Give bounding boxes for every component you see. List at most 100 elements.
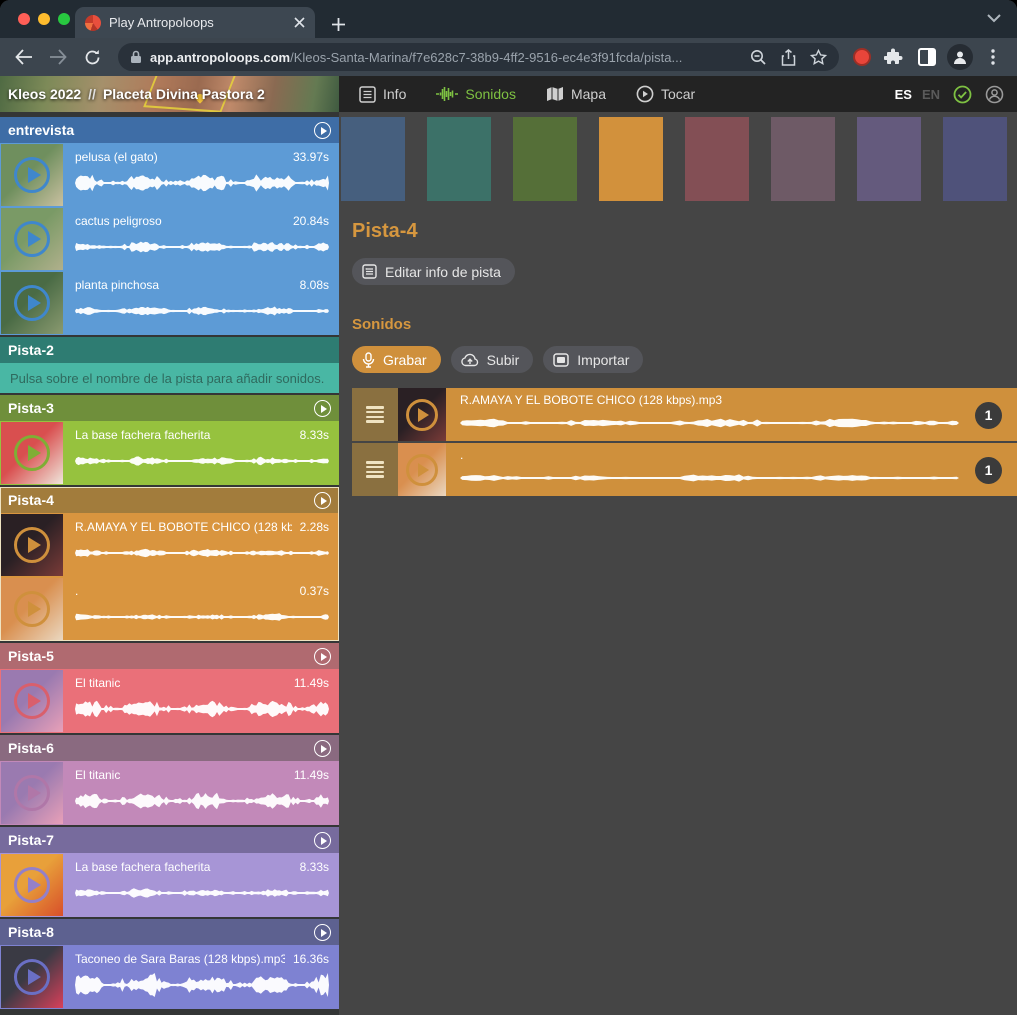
sound-thumbnail[interactable] — [1, 208, 63, 270]
track-tile-4[interactable] — [599, 117, 663, 201]
profile-avatar[interactable] — [947, 44, 973, 70]
sound-thumbnail[interactable] — [1, 762, 63, 824]
play-overlay-icon[interactable] — [406, 454, 438, 486]
importar-button[interactable]: Importar — [543, 346, 643, 373]
track-tile-5[interactable] — [685, 117, 749, 201]
sound-thumbnail[interactable] — [398, 388, 446, 441]
track-tile-2[interactable] — [427, 117, 491, 201]
grabar-icon — [362, 352, 375, 368]
recording-extension-icon[interactable] — [855, 50, 869, 64]
sound-thumbnail[interactable] — [398, 443, 446, 496]
play-overlay-icon[interactable] — [14, 775, 50, 811]
back-button[interactable] — [10, 43, 38, 71]
subir-button[interactable]: Subir — [451, 346, 534, 373]
sound-item[interactable]: R.AMAYA Y EL BOBOTE CHICO (128 kbps)....… — [0, 513, 339, 577]
main-sound-row[interactable]: .1 — [352, 443, 1017, 496]
play-track-icon[interactable] — [314, 492, 331, 509]
drag-handle[interactable] — [352, 443, 398, 496]
zoom-out-icon[interactable] — [750, 49, 767, 66]
sound-item[interactable]: El titanic11.49s — [0, 669, 339, 733]
language-toggle-en[interactable]: EN — [922, 87, 940, 102]
close-window-button[interactable] — [18, 13, 30, 25]
play-track-icon[interactable] — [314, 924, 331, 941]
edit-track-info-button[interactable]: Editar info de pista — [352, 258, 515, 285]
track-header[interactable]: Pista-2 — [0, 337, 339, 363]
url-bar[interactable]: app.antropoloops.com/Kleos-Santa-Marina/… — [118, 43, 839, 71]
track-header[interactable]: Pista-7 — [0, 827, 339, 853]
track-tile-7[interactable] — [857, 117, 921, 201]
track-header[interactable]: Pista-3 — [0, 395, 339, 421]
share-icon[interactable] — [781, 49, 796, 66]
play-overlay-icon[interactable] — [14, 867, 50, 903]
tab-overview-chevron-icon[interactable] — [987, 14, 1001, 23]
minimize-window-button[interactable] — [38, 13, 50, 25]
close-tab-icon[interactable] — [294, 17, 305, 28]
play-overlay-icon[interactable] — [14, 157, 50, 193]
sound-thumbnail[interactable] — [1, 854, 63, 916]
sound-top-line: R.AMAYA Y EL BOBOTE CHICO (128 kbps)....… — [75, 520, 329, 534]
drag-handle[interactable] — [352, 388, 398, 441]
reload-button[interactable] — [78, 43, 106, 71]
sound-thumbnail[interactable] — [1, 422, 63, 484]
track-header[interactable]: Pista-4 — [0, 487, 339, 513]
track-tile-3[interactable] — [513, 117, 577, 201]
bookmark-star-icon[interactable] — [810, 49, 827, 66]
tab-mapa[interactable]: Mapa — [546, 86, 606, 102]
track-tile-1[interactable] — [341, 117, 405, 201]
play-overlay-icon[interactable] — [14, 591, 50, 627]
zoom-window-button[interactable] — [58, 13, 70, 25]
waveform — [460, 410, 959, 436]
empty-track-message: Pulsa sobre el nombre de la pista para a… — [0, 363, 339, 393]
play-overlay-icon[interactable] — [14, 285, 50, 321]
lock-icon[interactable] — [130, 50, 142, 64]
new-tab-button[interactable] — [331, 17, 346, 32]
play-overlay-icon[interactable] — [14, 221, 50, 257]
side-panel-icon[interactable] — [913, 43, 941, 71]
track-header[interactable]: Pista-5 — [0, 643, 339, 669]
account-icon[interactable] — [985, 85, 1004, 104]
track-header[interactable]: Pista-6 — [0, 735, 339, 761]
track-name: Pista-6 — [8, 740, 314, 756]
sound-item[interactable]: El titanic11.49s — [0, 761, 339, 825]
play-overlay-icon[interactable] — [406, 399, 438, 431]
sound-item[interactable]: .0.37s — [0, 577, 339, 641]
sound-item[interactable]: pelusa (el gato)33.97s — [0, 143, 339, 207]
sound-thumbnail[interactable] — [1, 946, 63, 1008]
sound-thumbnail[interactable] — [1, 272, 63, 334]
play-overlay-icon[interactable] — [14, 435, 50, 471]
sound-thumbnail[interactable] — [1, 514, 63, 576]
sound-item[interactable]: La base fachera facherita8.33s — [0, 421, 339, 485]
browser-tab[interactable]: Play Antropoloops — [75, 7, 315, 38]
track-tile-8[interactable] — [943, 117, 1007, 201]
play-overlay-icon[interactable] — [14, 683, 50, 719]
language-toggle-es[interactable]: ES — [895, 87, 912, 102]
play-track-icon[interactable] — [314, 648, 331, 665]
play-overlay-icon[interactable] — [14, 959, 50, 995]
track-sounds: La base fachera facherita8.33s — [0, 853, 339, 917]
waveform — [75, 538, 329, 568]
sound-item[interactable]: Taconeo de Sara Baras (128 kbps).mp316.3… — [0, 945, 339, 1009]
track-header[interactable]: Pista-8 — [0, 919, 339, 945]
sound-thumbnail[interactable] — [1, 144, 63, 206]
main-sound-row[interactable]: R.AMAYA Y EL BOBOTE CHICO (128 kbps).mp3… — [352, 388, 1017, 441]
play-track-icon[interactable] — [314, 740, 331, 757]
sound-item[interactable]: La base fachera facherita8.33s — [0, 853, 339, 917]
project-banner[interactable]: Kleos 2022 // Placeta Divina Pastora 2 — [0, 76, 339, 112]
track-header[interactable]: entrevista — [0, 117, 339, 143]
tab-sonidos[interactable]: Sonidos — [436, 86, 516, 102]
sound-item[interactable]: cactus peligroso20.84s — [0, 207, 339, 271]
grabar-button[interactable]: Grabar — [352, 346, 441, 373]
browser-menu-icon[interactable] — [979, 43, 1007, 71]
sound-item[interactable]: planta pinchosa8.08s — [0, 271, 339, 335]
play-track-icon[interactable] — [314, 122, 331, 139]
track-tile-6[interactable] — [771, 117, 835, 201]
play-overlay-icon[interactable] — [14, 527, 50, 563]
forward-button[interactable] — [44, 43, 72, 71]
play-track-icon[interactable] — [314, 400, 331, 417]
tab-info[interactable]: Info — [359, 86, 406, 103]
play-track-icon[interactable] — [314, 832, 331, 849]
extensions-puzzle-icon[interactable] — [879, 43, 907, 71]
sound-thumbnail[interactable] — [1, 670, 63, 732]
tab-tocar[interactable]: Tocar — [636, 85, 695, 103]
sound-thumbnail[interactable] — [1, 578, 63, 640]
